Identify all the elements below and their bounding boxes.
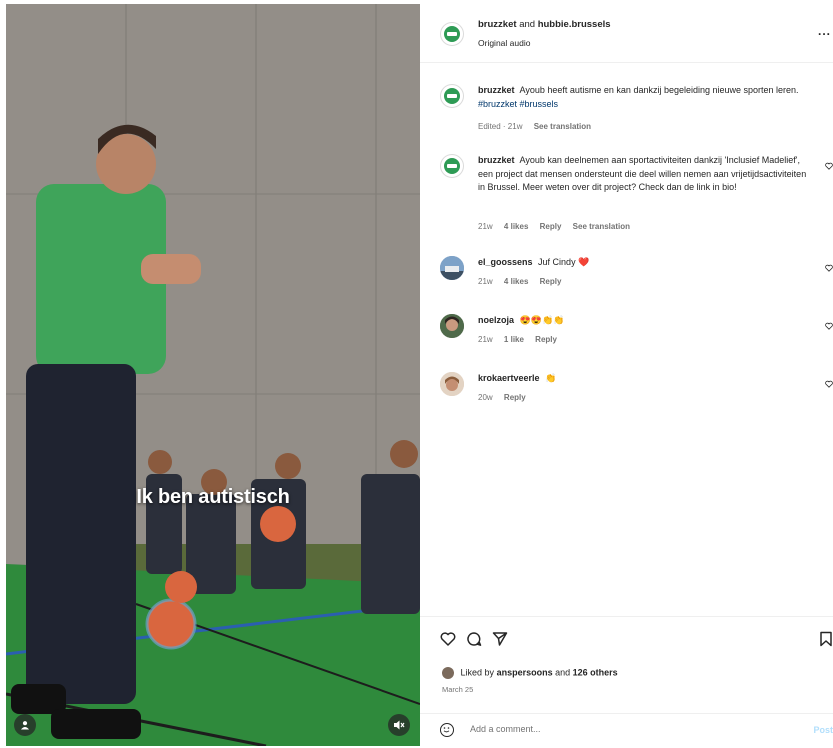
author-avatar[interactable]	[440, 22, 464, 46]
comment-time: Edited · 21w	[478, 122, 523, 131]
reply-button[interactable]: Reply	[540, 277, 562, 286]
comment-meta: Edited · 21w See translation	[478, 122, 600, 131]
liked-by-others[interactable]: 126 others	[573, 667, 618, 677]
comment-time: 21w	[478, 335, 493, 344]
comment-body: krokaertveerle 👏	[478, 372, 808, 386]
user-photo-icon	[440, 314, 464, 338]
comment-meta: 21w 4 likes Reply	[478, 277, 570, 286]
comment-button[interactable]	[466, 631, 482, 652]
bruzz-logo-icon	[444, 88, 460, 104]
audio-label[interactable]: Original audio	[478, 38, 530, 48]
liked-by-and: and	[555, 667, 571, 678]
reply-button[interactable]: Reply	[535, 335, 557, 344]
comment-likes[interactable]: 4 likes	[504, 277, 528, 286]
add-comment-bar: Post	[420, 713, 833, 748]
user-photo-icon	[440, 372, 464, 396]
comment-avatar[interactable]	[440, 314, 464, 338]
comment-avatar[interactable]	[440, 256, 464, 280]
comment-text: Ayoub heeft autisme en kan dankzij begel…	[519, 85, 799, 95]
author-username[interactable]: bruzzket	[478, 19, 517, 30]
speaker-muted-icon	[394, 720, 405, 730]
save-button[interactable]	[819, 631, 833, 652]
comment-like-heart-icon[interactable]	[825, 162, 833, 170]
see-translation-link[interactable]: See translation	[534, 122, 591, 131]
liked-by-prefix: Liked by	[460, 667, 495, 678]
hashtags-link[interactable]: #bruzzket #brussels	[478, 99, 558, 109]
comment-text: Juf Cindy ❤️	[538, 257, 590, 267]
post-authors: bruzzket and hubbie.brussels	[478, 19, 611, 30]
comment-like-heart-icon[interactable]	[825, 322, 833, 330]
bruzz-logo-icon	[444, 26, 460, 42]
reply-button[interactable]: Reply	[540, 222, 562, 231]
instagram-post-modal: Ik ben autistisch bruzzket and hubbie.br…	[0, 0, 833, 746]
comment-time: 21w	[478, 222, 493, 231]
post-actions: Liked by anspersoons and 126 others Marc…	[420, 616, 833, 747]
caption-body: bruzzket Ayoub heeft autisme en kan dank…	[478, 84, 808, 111]
comment-meta: 20w Reply	[478, 393, 535, 402]
liked-by-summary[interactable]: Liked by anspersoons and 126 others	[442, 667, 618, 679]
comment-username[interactable]: bruzzket	[478, 85, 515, 95]
authors-and-text: and	[519, 19, 536, 30]
comment-username[interactable]: el_goossens	[478, 257, 533, 267]
post-header: bruzzket and hubbie.brussels Original au…	[420, 0, 833, 63]
more-options-button[interactable]: ...	[818, 24, 831, 38]
comment-like-heart-icon[interactable]	[825, 264, 833, 272]
comment-username[interactable]: noelzoja	[478, 315, 514, 325]
post-date: March 25	[442, 685, 474, 694]
video-frame	[6, 4, 420, 746]
add-comment-input[interactable]	[470, 722, 770, 736]
comment-avatar[interactable]	[440, 372, 464, 396]
post-video[interactable]: Ik ben autistisch	[6, 4, 420, 746]
smiley-icon	[443, 727, 450, 733]
person-icon	[21, 721, 29, 730]
comment-text: 😍😍👏👏	[519, 315, 565, 325]
post-sidebar: bruzzket and hubbie.brussels Original au…	[420, 0, 833, 746]
comment-avatar[interactable]	[440, 154, 464, 178]
caption-avatar[interactable]	[440, 84, 464, 108]
comment-username[interactable]: bruzzket	[478, 155, 515, 165]
comment-meta: 21w 1 like Reply	[478, 335, 566, 344]
comment-likes[interactable]: 4 likes	[504, 222, 528, 231]
comment-body: el_goossens Juf Cindy ❤️	[478, 256, 808, 270]
post-comment-button[interactable]: Post	[813, 725, 833, 735]
comment-body: bruzzket Ayoub kan deelnemen aan sportac…	[478, 154, 808, 195]
bookmark-icon	[820, 631, 832, 647]
user-photo-icon	[440, 256, 464, 280]
emoji-picker-icon[interactable]	[440, 723, 454, 737]
reply-button[interactable]: Reply	[504, 393, 526, 402]
comment-text: Ayoub kan deelnemen aan sportactiviteite…	[478, 155, 807, 192]
comment-body: noelzoja 😍😍👏👏	[478, 314, 808, 328]
collaborator-username[interactable]: hubbie.brussels	[538, 19, 611, 30]
comment-time: 20w	[478, 393, 493, 402]
like-button[interactable]	[440, 631, 456, 652]
heart-icon	[440, 632, 456, 646]
comment-like-heart-icon[interactable]	[825, 380, 833, 388]
comment-bubble-icon	[467, 632, 482, 646]
comment-username[interactable]: krokaertveerle	[478, 373, 540, 383]
mute-button[interactable]	[388, 714, 410, 736]
share-button[interactable]	[492, 631, 508, 652]
comment-likes[interactable]: 1 like	[504, 335, 524, 344]
comment-meta: 21w 4 likes Reply See translation	[478, 222, 639, 231]
comment-text: 👏	[545, 373, 557, 383]
tagged-users-button[interactable]	[14, 714, 36, 736]
liker-avatar	[442, 667, 454, 679]
comment-time: 21w	[478, 277, 493, 286]
see-translation-link[interactable]: See translation	[573, 222, 630, 231]
liked-by-user[interactable]: anspersoons	[497, 667, 553, 677]
bruzz-logo-icon	[444, 158, 460, 174]
video-caption-text: Ik ben autistisch	[136, 486, 290, 508]
send-icon	[492, 632, 508, 646]
